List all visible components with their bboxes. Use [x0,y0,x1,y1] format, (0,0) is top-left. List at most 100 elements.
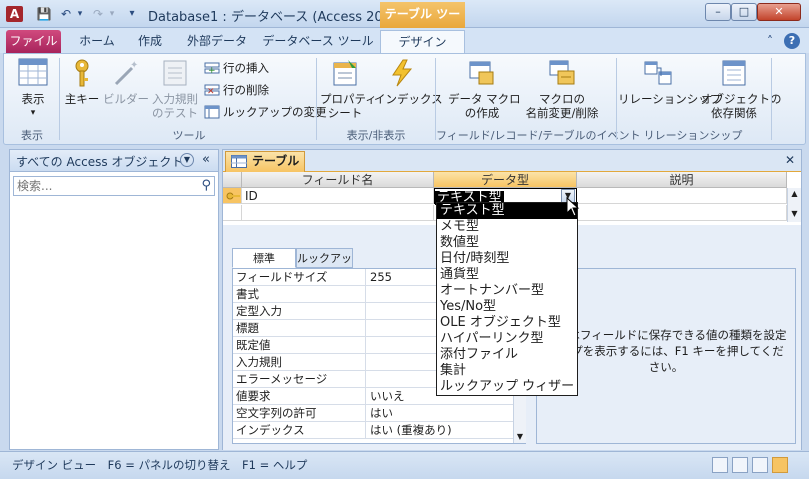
group-label-view: 表示 [21,129,43,142]
primary-key-row-selector[interactable] [223,188,242,204]
mouse-cursor-icon [566,196,580,220]
primary-key-button[interactable]: 主キー [64,58,100,106]
scroll-down-icon[interactable]: ▼ [514,432,526,441]
property-label: 空文字列の許可 [233,405,366,421]
property-value[interactable]: いいえ [367,388,405,404]
relationships-button[interactable]: リレーションシップ [618,58,721,106]
tab-create[interactable]: 作成 [128,30,172,53]
view-dropdown-icon: ▾ [30,108,36,118]
table-icon [231,155,247,168]
create-data-macros-button[interactable]: データ マクロ の作成 [448,58,521,120]
modify-lookups-button[interactable]: ルックアップの変更 [204,103,327,121]
field-name-cell[interactable]: ID [242,188,434,204]
window-title: Database1 : データベース (Access 200... [148,10,404,25]
property-value[interactable]: はい (重複あり) [367,422,452,438]
property-label: 標題 [233,320,366,336]
data-type-option[interactable]: 数値型 [437,235,577,251]
svg-text:+: + [208,66,216,75]
tab-file[interactable]: ファイル [6,30,61,53]
nav-pane-title[interactable]: すべての Access オブジェクト [16,153,183,170]
object-dependencies-label-1: オブジェクトの [701,92,782,106]
rename-delete-macro-button[interactable]: マクロの 名前変更/削除 [520,58,604,120]
builder-wand-icon: ✦ [109,58,141,88]
data-type-option[interactable]: ハイパーリンク型 [437,331,577,347]
save-icon[interactable]: 💾 [36,6,52,22]
shutter-bar-collapse-icon[interactable]: « [202,152,210,167]
scroll-up-icon[interactable]: ▲ [788,188,801,200]
delete-rows-button[interactable]: ✕ 行の削除 [204,81,269,99]
description-cell[interactable] [577,188,787,204]
create-data-macros-label-2: の作成 [464,106,500,120]
tab-home[interactable]: ホーム [68,30,126,53]
data-type-option[interactable]: 通貨型 [437,267,577,283]
data-type-option[interactable]: テキスト型 [437,203,577,219]
design-view-icon[interactable] [772,457,788,473]
data-type-option[interactable]: 日付/時刻型 [437,251,577,267]
close-document-icon[interactable]: ✕ [785,153,795,167]
customize-qat-icon[interactable]: ▾ [124,6,140,22]
navigation-pane: すべての Access オブジェクト ▼ « ⚲ [9,149,219,450]
nav-pane-header[interactable]: すべての Access オブジェクト ▼ « [10,150,218,172]
new-row-selector[interactable] [223,205,242,221]
property-label: 既定値 [233,337,366,353]
row-selector-header [223,172,242,188]
data-type-option[interactable]: Yes/No型 [437,299,577,315]
indexes-button[interactable]: インデックス [374,58,443,106]
description-cell-new[interactable] [577,205,787,221]
nav-search-input[interactable] [14,177,192,195]
data-macro-icon [466,58,498,88]
grid-vertical-scrollbar[interactable]: ▲ ▼ [787,188,801,222]
property-value[interactable]: はい [367,405,393,421]
pivotchart-view-icon[interactable] [752,457,768,473]
view-button[interactable]: 表示 ▾ [12,58,54,120]
tab-design[interactable]: デザイン [380,30,465,53]
pivottable-view-icon[interactable] [732,457,748,473]
builder-button: ✦ ビルダー [103,58,149,106]
property-label: 値要求 [233,388,366,404]
object-dependencies-button[interactable]: オブジェクトの 依存関係 [701,58,782,120]
tab-database-tools[interactable]: データベース ツール [262,30,374,53]
tab-lookup[interactable]: ルックアップ [296,248,353,284]
object-dependencies-label-2: 依存関係 [711,106,757,120]
scroll-down-icon[interactable]: ▼ [788,208,801,220]
search-icon[interactable]: ⚲ [201,178,211,193]
help-icon[interactable]: ? [784,33,800,49]
maximize-button[interactable]: □ [731,3,757,21]
svg-text:✦: ✦ [130,60,138,71]
row-key-icon [226,192,240,200]
close-button[interactable]: ✕ [757,3,801,21]
column-header-description: 説明 [577,172,787,188]
minimize-button[interactable]: – [705,3,731,21]
data-type-option[interactable]: 集計 [437,363,577,379]
data-type-option[interactable]: オートナンバー型 [437,283,577,299]
insert-rows-button[interactable]: + 行の挿入 [204,59,269,77]
property-value[interactable]: 255 [367,269,392,285]
data-type-option[interactable]: 添付ファイル [437,347,577,363]
property-sheet-label-1: プロパティ [320,92,377,106]
minimize-ribbon-icon[interactable]: ˄ [762,33,778,49]
modify-lookups-icon [204,105,220,119]
rename-macro-label-1: マクロの [539,92,585,106]
undo-dropdown-icon[interactable]: ▾ [72,6,88,22]
tab-external-data[interactable]: 外部データ [178,30,256,53]
tab-general[interactable]: 標準 [232,248,296,268]
nav-menu-dropdown-icon[interactable]: ▼ [180,153,194,167]
insert-rows-icon: + [204,61,220,76]
datasheet-view-icon [17,58,49,88]
data-type-option[interactable]: ルックアップ ウィザード... [437,379,577,395]
property-sheet-button[interactable]: プロパティ シート [320,58,377,120]
document-tab-table1[interactable]: テーブル1 [225,151,305,187]
status-bar: デザイン ビュー F6 = パネルの切り替え F1 = ヘルプ [0,451,809,479]
property-row[interactable]: インデックス はい (重複あり) [233,422,513,439]
data-type-option[interactable]: OLE オブジェクト型 [437,315,577,331]
access-app-icon[interactable]: A [6,6,23,22]
property-row[interactable]: 空文字列の許可 はい [233,405,513,422]
nav-search-box: ⚲ [13,176,215,196]
column-header-data-type: データ型 [434,172,577,188]
table-tools-context-header: テーブル ツール [380,2,465,45]
datasheet-view-icon[interactable] [712,457,728,473]
data-type-option[interactable]: メモ型 [437,219,577,235]
column-header-field-name: フィールド名 [242,172,434,188]
field-name-cell-new[interactable] [242,205,434,221]
object-dependencies-icon [718,58,750,88]
